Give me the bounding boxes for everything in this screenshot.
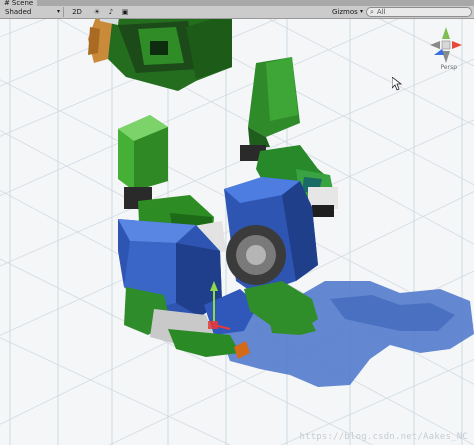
scene-search-field[interactable]: ⌕	[366, 7, 472, 17]
mode-2d-toggle[interactable]: 2D	[68, 7, 86, 17]
effects-dropdown[interactable]: ▣	[118, 7, 132, 17]
gizmos-dropdown[interactable]: Gizmos ▾	[330, 7, 364, 17]
audio-icon: ♪	[108, 8, 114, 16]
chevron-down-icon: ▾	[359, 8, 363, 15]
orientation-gizmo[interactable]	[426, 25, 466, 69]
cursor-icon	[392, 77, 402, 91]
scene-viewport[interactable]: Persp https://blog.csdn.net/Aakes_NC	[0, 19, 474, 445]
chevron-down-icon: ▾	[56, 8, 60, 15]
lighting-toggle[interactable]: ☀	[90, 7, 104, 17]
mode-2d-label: 2D	[72, 8, 82, 16]
scene-toolbar: Shaded ▾ 2D ☀ ♪ ▣ Gizmos ▾ ⌕	[0, 6, 474, 19]
image-icon: ▣	[121, 8, 129, 16]
search-input[interactable]	[373, 8, 457, 16]
scene-canvas	[0, 19, 474, 445]
watermark: https://blog.csdn.net/Aakes_NC	[299, 432, 468, 442]
shading-mode-dropdown[interactable]: Shaded ▾	[2, 7, 64, 17]
axis-icon	[430, 27, 462, 63]
sun-icon: ☀	[93, 8, 101, 16]
audio-toggle[interactable]: ♪	[104, 7, 118, 17]
robot-head	[88, 19, 232, 91]
scene-window: # Scene Shaded ▾ 2D ☀ ♪ ▣ Gizmos ▾ ⌕ All…	[0, 0, 474, 445]
shading-mode-label: Shaded	[5, 8, 32, 16]
gizmos-label: Gizmos	[332, 8, 358, 16]
projection-label[interactable]: Persp	[441, 64, 458, 71]
